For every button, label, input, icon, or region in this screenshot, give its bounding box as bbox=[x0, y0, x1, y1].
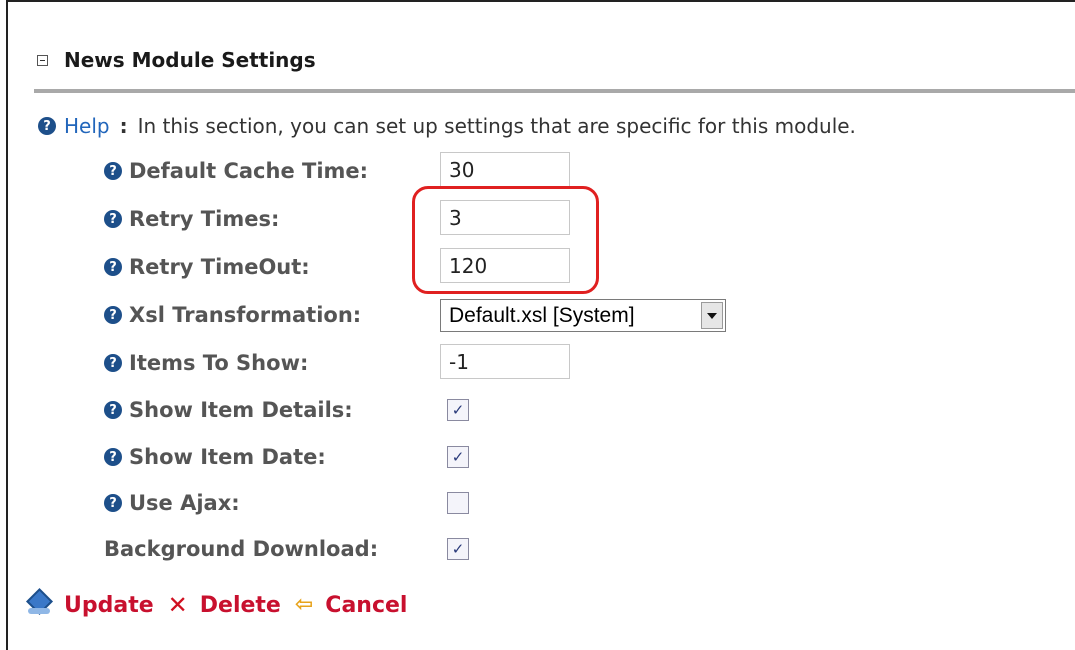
setting-row-xsl-transformation: ? Xsl Transformation: bbox=[104, 297, 361, 333]
cancel-button[interactable]: ⇦ Cancel bbox=[295, 593, 408, 618]
retry-timeout-label: Retry TimeOut: bbox=[129, 255, 310, 279]
help-question-icon[interactable]: ? bbox=[104, 258, 122, 276]
help-colon: : bbox=[119, 114, 128, 138]
xsl-transformation-select[interactable]: Default.xsl [System] bbox=[440, 299, 726, 332]
delete-button[interactable]: ✕ Delete bbox=[168, 593, 281, 618]
collapse-icon[interactable] bbox=[37, 54, 48, 66]
xsl-transformation-selected: Default.xsl [System] bbox=[449, 303, 635, 327]
setting-label: ? Default Cache Time: bbox=[104, 159, 368, 183]
help-row: ? Help : In this section, you can set up… bbox=[38, 114, 856, 138]
frame-left-border bbox=[6, 0, 8, 650]
show-item-details-label: Show Item Details: bbox=[129, 398, 353, 422]
default-cache-time-input[interactable] bbox=[440, 152, 570, 187]
show-item-date-checkbox[interactable]: ✓ bbox=[447, 446, 469, 468]
delete-x-icon: ✕ bbox=[167, 591, 188, 619]
section-title: News Module Settings bbox=[64, 48, 316, 72]
help-question-icon[interactable]: ? bbox=[104, 210, 122, 228]
section-divider bbox=[34, 89, 1075, 93]
section-header[interactable]: News Module Settings bbox=[37, 48, 316, 72]
frame-top-border bbox=[6, 0, 1075, 2]
save-disk-icon bbox=[26, 588, 53, 618]
setting-row-use-ajax: ? Use Ajax: bbox=[104, 485, 240, 521]
background-download-label: Background Download: bbox=[104, 537, 379, 561]
chevron-down-icon bbox=[707, 312, 717, 319]
help-question-icon[interactable]: ? bbox=[104, 401, 122, 419]
back-arrow-icon: ⇦ bbox=[294, 592, 314, 617]
checkmark-icon: ✓ bbox=[451, 400, 465, 419]
setting-label: ? Show Item Date: bbox=[104, 445, 326, 469]
setting-label: ? Retry Times: bbox=[104, 207, 279, 231]
use-ajax-checkbox[interactable] bbox=[447, 492, 469, 514]
setting-label: Background Download: bbox=[104, 537, 378, 561]
help-question-icon[interactable]: ? bbox=[104, 448, 122, 466]
delete-label: Delete bbox=[199, 592, 281, 618]
setting-label: ? Items To Show: bbox=[104, 351, 308, 375]
action-bar: Update ✕ Delete ⇦ Cancel bbox=[26, 588, 421, 618]
help-question-icon[interactable]: ? bbox=[104, 494, 122, 512]
setting-label: ? Show Item Details: bbox=[104, 398, 353, 422]
checkmark-icon: ✓ bbox=[451, 447, 465, 466]
setting-row-retry-times: ? Retry Times: bbox=[104, 201, 279, 237]
setting-row-items-to-show: ? Items To Show: bbox=[104, 345, 308, 381]
background-download-checkbox[interactable]: ✓ bbox=[447, 538, 469, 560]
setting-row-retry-timeout: ? Retry TimeOut: bbox=[104, 249, 310, 285]
help-question-icon[interactable]: ? bbox=[104, 354, 122, 372]
cancel-label: Cancel bbox=[325, 592, 408, 618]
help-question-icon: ? bbox=[38, 117, 56, 135]
setting-label: ? Retry TimeOut: bbox=[104, 255, 310, 279]
help-text: In this section, you can set up settings… bbox=[137, 114, 856, 138]
help-link[interactable]: Help bbox=[64, 114, 110, 138]
default-cache-time-label: Default Cache Time: bbox=[129, 159, 369, 183]
highlight-annotation bbox=[412, 186, 599, 294]
show-item-details-checkbox[interactable]: ✓ bbox=[447, 399, 469, 421]
help-question-icon[interactable]: ? bbox=[104, 306, 122, 324]
show-item-date-label: Show Item Date: bbox=[129, 445, 326, 469]
update-label: Update bbox=[64, 592, 154, 618]
items-to-show-input[interactable] bbox=[440, 344, 570, 379]
setting-label: ? Use Ajax: bbox=[104, 491, 240, 515]
update-button[interactable]: Update bbox=[26, 588, 154, 618]
retry-times-label: Retry Times: bbox=[129, 207, 280, 231]
items-to-show-label: Items To Show: bbox=[129, 351, 309, 375]
setting-label: ? Xsl Transformation: bbox=[104, 303, 361, 327]
setting-row-show-item-details: ? Show Item Details: bbox=[104, 392, 353, 428]
xsl-transformation-label: Xsl Transformation: bbox=[129, 303, 362, 327]
dropdown-arrow-button[interactable] bbox=[701, 302, 723, 329]
setting-row-show-item-date: ? Show Item Date: bbox=[104, 439, 326, 475]
use-ajax-label: Use Ajax: bbox=[129, 491, 240, 515]
setting-row-background-download: Background Download: bbox=[104, 531, 378, 567]
checkmark-icon: ✓ bbox=[451, 539, 465, 558]
setting-row-default-cache-time: ? Default Cache Time: bbox=[104, 153, 368, 189]
help-question-icon[interactable]: ? bbox=[104, 162, 122, 180]
